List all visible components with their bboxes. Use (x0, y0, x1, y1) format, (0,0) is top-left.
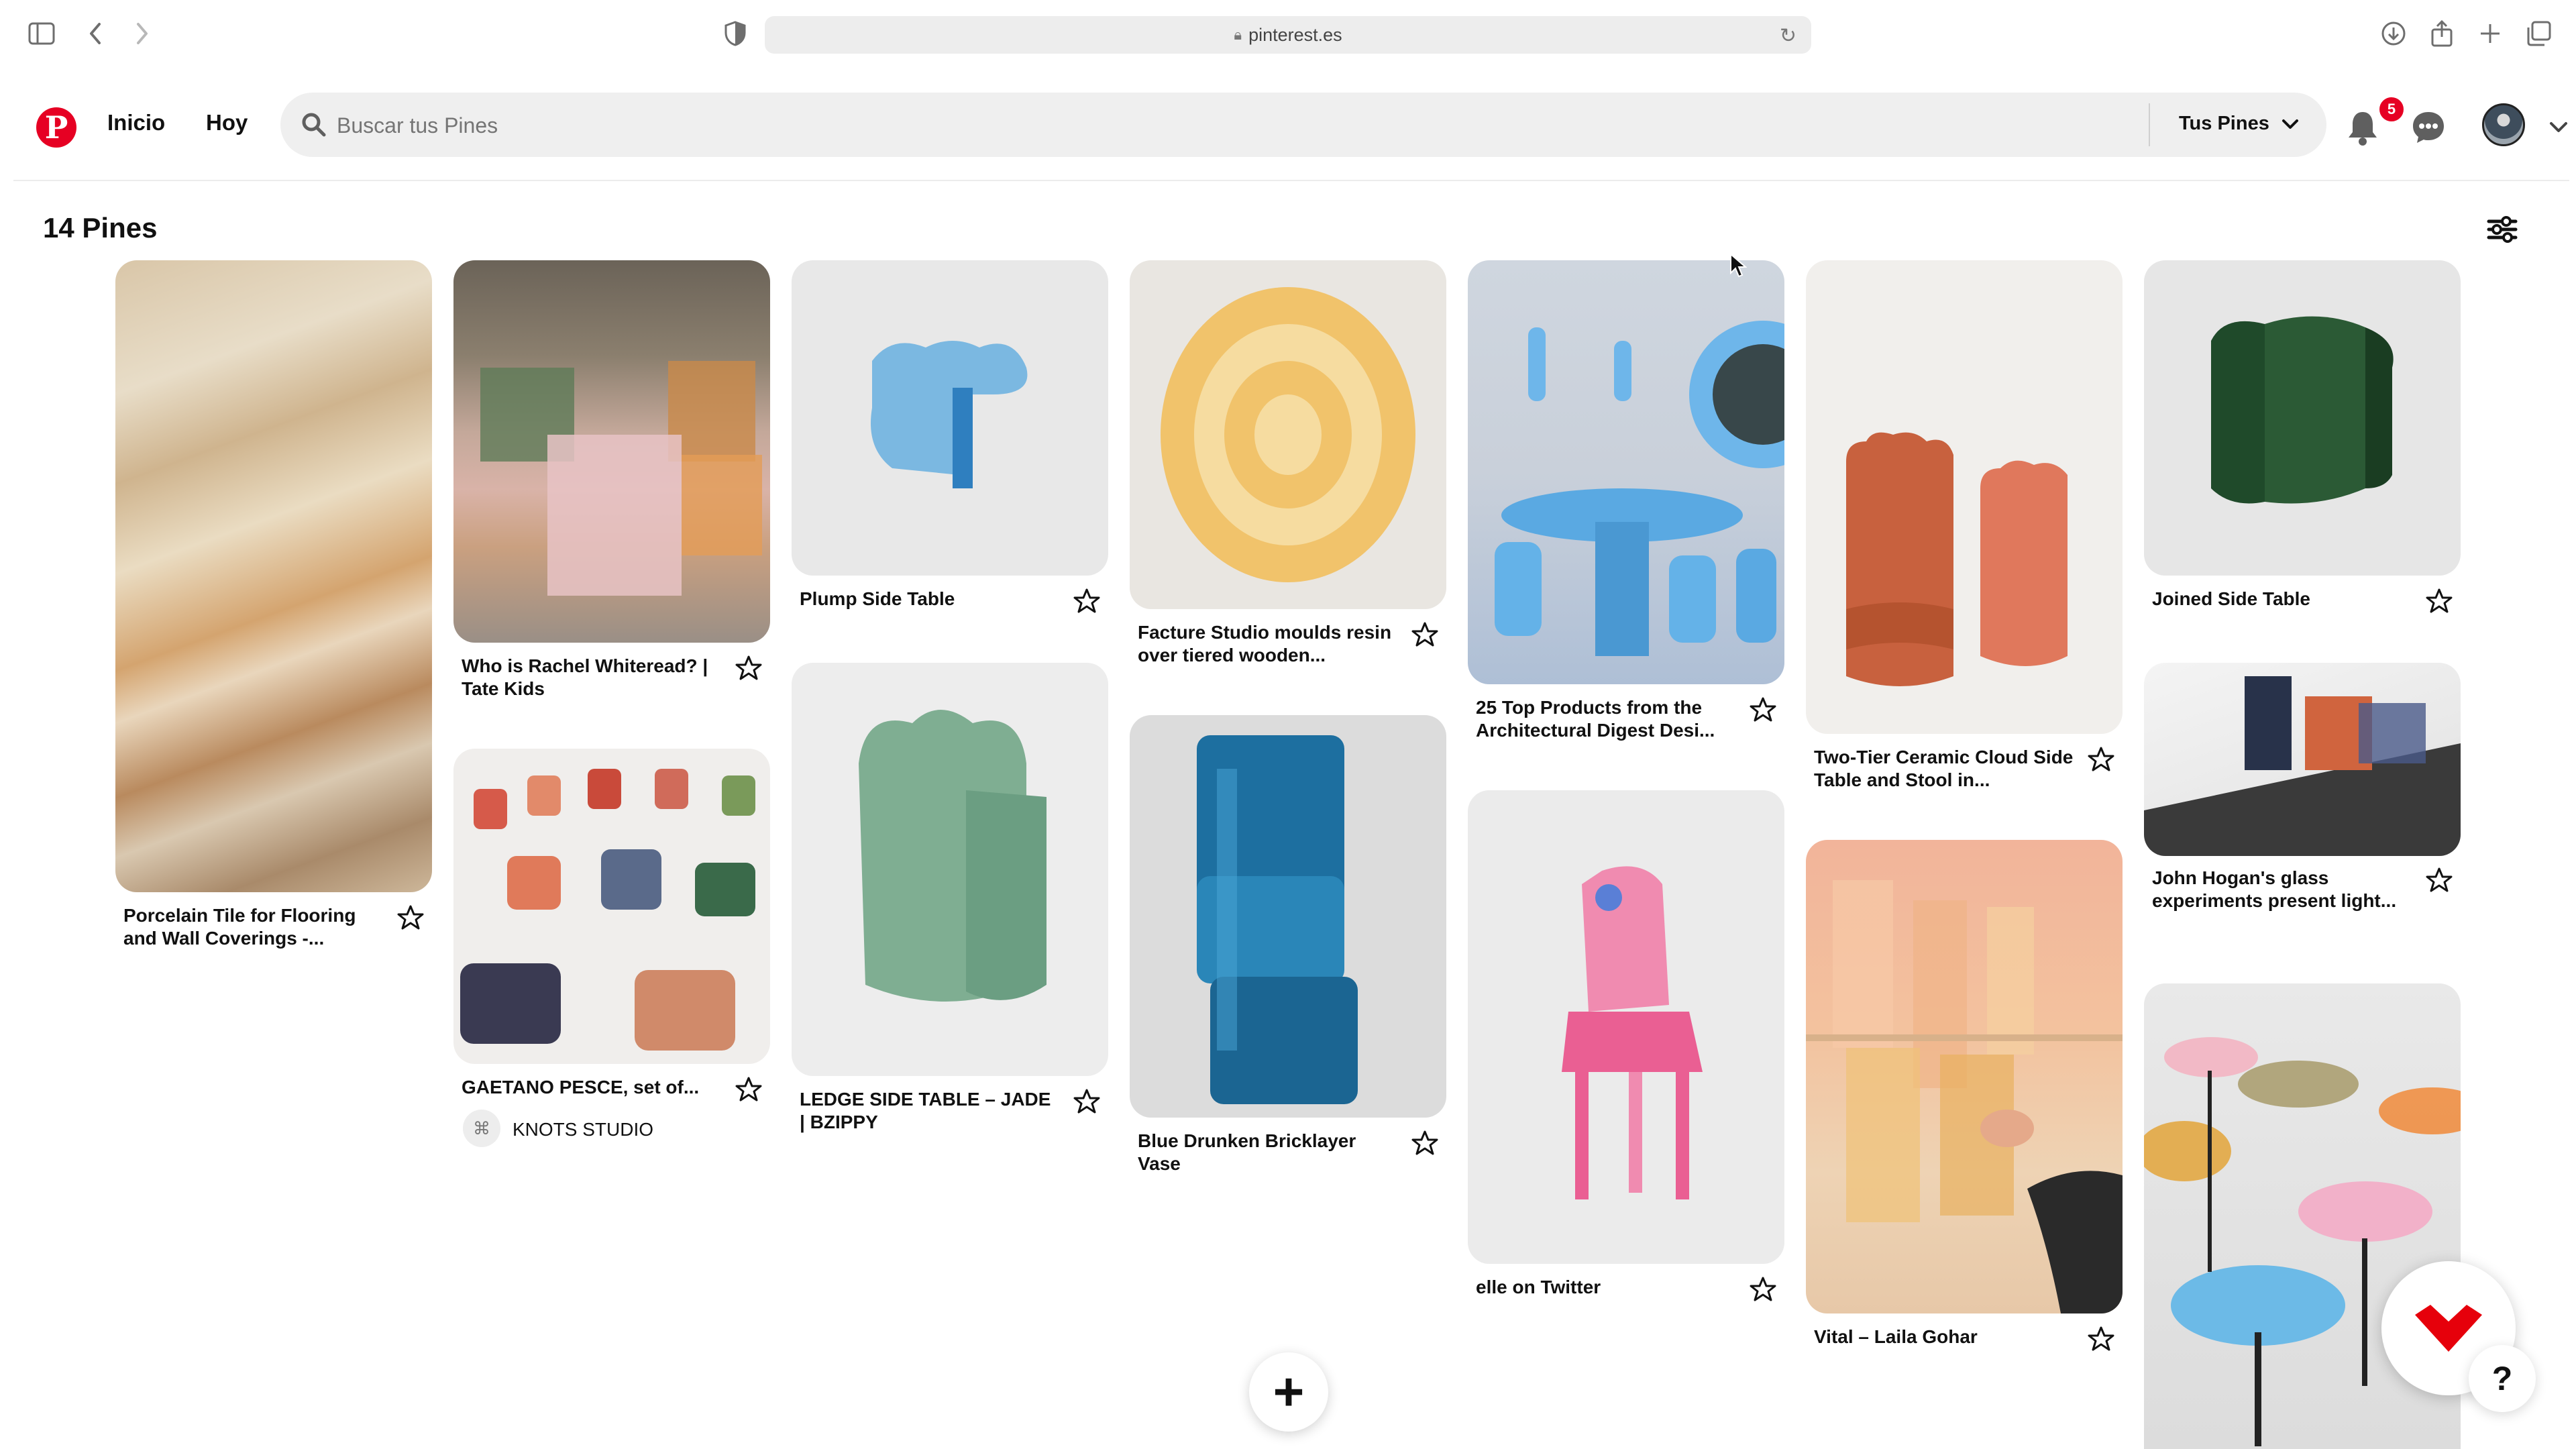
search-input[interactable] (335, 93, 2149, 158)
tabs-icon[interactable] (2524, 19, 2553, 48)
browser-toolbar: 🔒︎ pinterest.es ↻ (0, 0, 2576, 67)
search-divider (2149, 103, 2150, 146)
pin-image-john-hogan-glass[interactable] (2144, 663, 2461, 856)
pin-title-porcelain-tile[interactable]: Porcelain Tile for Flooring and Wall Cov… (123, 904, 385, 950)
pin-image-plump-side-table[interactable] (792, 260, 1108, 576)
pin-title-ceramic-cloud-table[interactable]: Two-Tier Ceramic Cloud Side Table and St… (1814, 746, 2076, 792)
filter-icon[interactable] (2482, 209, 2522, 250)
share-icon[interactable] (2427, 19, 2457, 48)
address-bar[interactable]: 🔒︎ pinterest.es ↻ (765, 16, 1811, 54)
reload-icon[interactable]: ↻ (1780, 24, 1796, 48)
pinterest-header: P Inicio Hoy Tus Pines 5 (13, 79, 2569, 181)
download-icon[interactable] (2379, 19, 2408, 48)
creator-avatar[interactable]: ⌘ (463, 1110, 500, 1147)
star-icon[interactable] (1073, 1088, 1100, 1115)
tus-pines-label: Tus Pines (2179, 113, 2269, 134)
pin-image-porcelain-tile[interactable] (115, 260, 432, 892)
add-pin-button[interactable]: + (1249, 1352, 1328, 1432)
forward-icon[interactable] (127, 19, 157, 48)
back-icon[interactable] (80, 19, 110, 48)
tus-pines-dropdown[interactable]: Tus Pines (2179, 113, 2299, 135)
pin-title-vital-laila-gohar[interactable]: Vital – Laila Gohar (1814, 1326, 2076, 1348)
search-bar: Tus Pines (280, 93, 2326, 158)
star-icon[interactable] (2088, 746, 2114, 773)
star-icon[interactable] (1073, 588, 1100, 614)
chevron-down-icon (2282, 119, 2298, 129)
pinterest-logo-icon[interactable]: P (36, 107, 76, 148)
nav-hoy[interactable]: Hoy (206, 110, 248, 136)
pin-image-ceramic-cloud-table[interactable] (1806, 260, 2123, 734)
shield-icon[interactable] (720, 19, 750, 48)
nav-inicio[interactable]: Inicio (107, 110, 165, 136)
pin-title-blue-vase[interactable]: Blue Drunken Bricklayer Vase (1138, 1130, 1399, 1175)
chat-icon[interactable] (2407, 106, 2450, 149)
star-icon[interactable] (1411, 1130, 1438, 1157)
pin-title-facture-studio[interactable]: Facture Studio moulds resin over tiered … (1138, 621, 1399, 667)
star-icon[interactable] (1750, 696, 1776, 723)
notification-badge: 5 (2377, 95, 2406, 123)
pin-title-elle-twitter[interactable]: elle on Twitter (1476, 1276, 1737, 1299)
star-icon[interactable] (397, 904, 424, 931)
pin-image-facture-studio[interactable] (1130, 260, 1446, 609)
pin-title-ledge-side-table[interactable]: LEDGE SIDE TABLE – JADE | BZIPPY (800, 1088, 1061, 1134)
pin-title-john-hogan-glass[interactable]: John Hogan's glass experiments present l… (2152, 867, 2414, 912)
star-icon[interactable] (735, 1076, 762, 1103)
url-text: pinterest.es (1248, 24, 1342, 45)
creator-name[interactable]: KNOTS STUDIO (513, 1119, 653, 1140)
pin-image-joined-side-table[interactable] (2144, 260, 2461, 576)
mouse-cursor-icon (1730, 253, 1747, 278)
account-chevron-down-icon[interactable] (2537, 106, 2576, 149)
star-icon[interactable] (2426, 867, 2453, 894)
star-icon[interactable] (1750, 1276, 1776, 1303)
pin-title-plump-side-table[interactable]: Plump Side Table (800, 588, 1061, 610)
pin-image-vital-laila-gohar[interactable] (1806, 840, 2123, 1313)
pin-image-blue-vase[interactable] (1130, 715, 1446, 1118)
pin-image-architectural-digest[interactable] (1468, 260, 1784, 684)
pin-image-rachel-whiteread[interactable] (453, 260, 770, 643)
pin-image-elle-twitter[interactable] (1468, 790, 1784, 1264)
heart-icon (2415, 1305, 2482, 1352)
search-icon (302, 113, 326, 137)
help-button[interactable]: ? (2469, 1345, 2536, 1412)
lock-icon: 🔒︎ (1234, 26, 1242, 43)
pin-title-gaetano-pesce[interactable]: GAETANO PESCE, set of... (462, 1076, 723, 1099)
pin-image-gaetano-pesce[interactable] (453, 749, 770, 1064)
pin-count: 14 Pines (43, 212, 158, 244)
pin-title-joined-side-table[interactable]: Joined Side Table (2152, 588, 2414, 610)
pin-image-ledge-side-table[interactable] (792, 663, 1108, 1076)
pin-title-architectural-digest[interactable]: 25 Top Products from the Architectural D… (1476, 696, 1737, 742)
star-icon[interactable] (2426, 588, 2453, 614)
pin-title-rachel-whiteread[interactable]: Who is Rachel Whiteread? | Tate Kids (462, 655, 723, 700)
new-tab-icon[interactable] (2475, 19, 2505, 48)
avatar[interactable] (2482, 103, 2525, 146)
star-icon[interactable] (735, 655, 762, 682)
star-icon[interactable] (2088, 1326, 2114, 1352)
sidebar-icon[interactable] (27, 19, 56, 48)
star-icon[interactable] (1411, 621, 1438, 648)
